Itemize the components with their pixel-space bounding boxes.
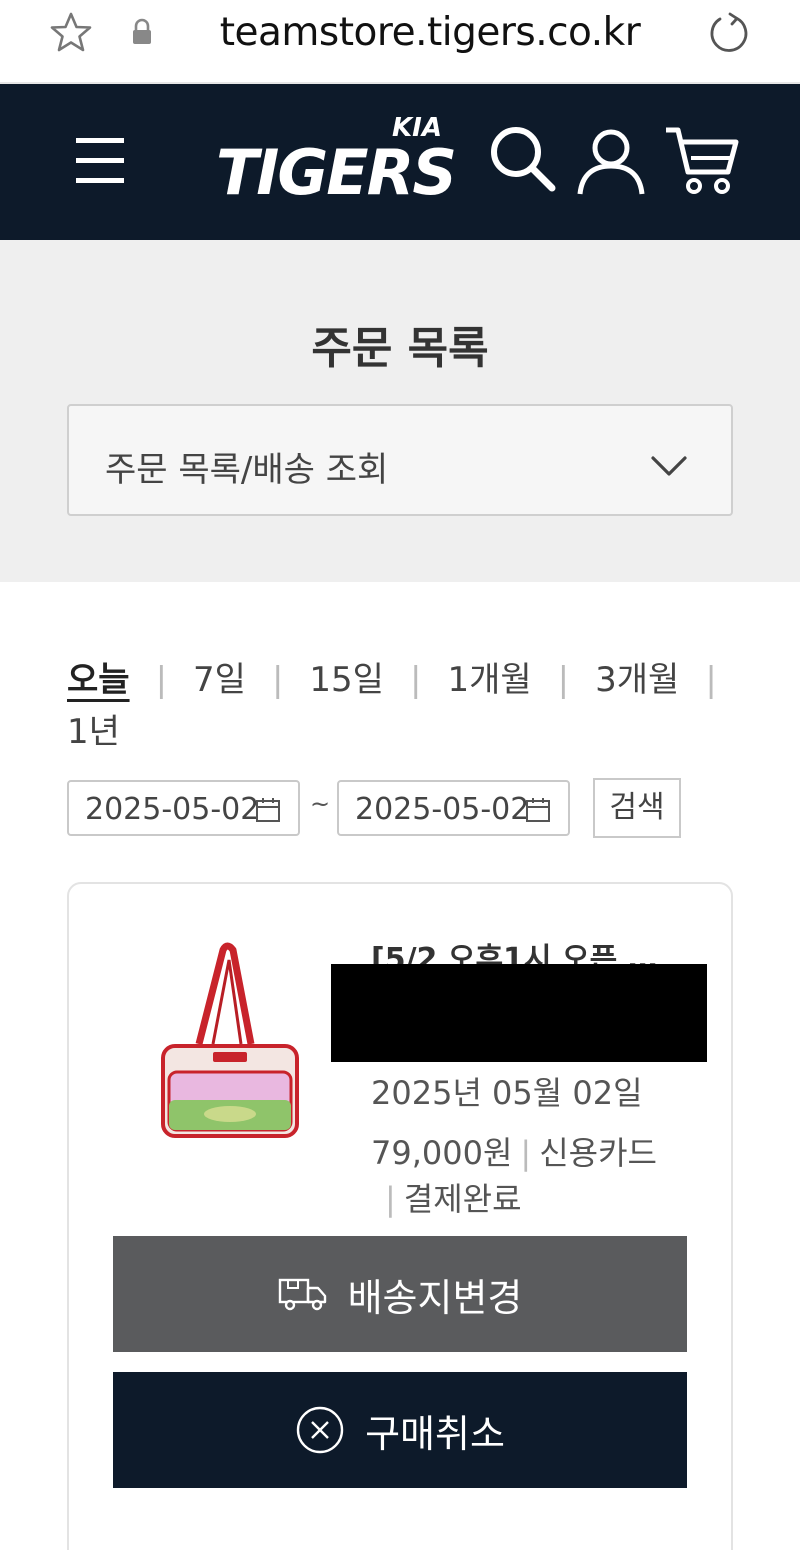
order-date: 2025년 05월 02일 xyxy=(371,1074,643,1112)
order-summary: 79,000원 | 신용카드 | 결제완료 xyxy=(371,1130,711,1222)
svg-text:KIA: KIA xyxy=(392,113,442,143)
close-circle-icon xyxy=(296,1406,344,1454)
payment-status: 결제완료 xyxy=(403,1180,522,1218)
period-today[interactable]: 오늘 xyxy=(67,654,130,706)
redaction-box xyxy=(331,964,707,1062)
period-1year[interactable]: 1년 xyxy=(67,706,120,758)
date-range-row: 2025-05-02 ~ 2025-05-02 검색 xyxy=(67,778,747,838)
period-3months[interactable]: 3개월 xyxy=(595,654,679,706)
cancel-purchase-button[interactable]: 구매취소 xyxy=(113,1372,687,1488)
date-to-input[interactable]: 2025-05-02 xyxy=(337,780,570,836)
payment-method: 신용카드 xyxy=(539,1134,657,1172)
site-header: TIGERS KIA xyxy=(0,84,800,240)
divider: | xyxy=(557,660,570,700)
period-15days[interactable]: 15일 xyxy=(309,654,384,706)
order-menu-dropdown[interactable]: 주문 목록/배송 조회 xyxy=(67,404,733,516)
browser-url-bar: teamstore.tigers.co.kr xyxy=(0,0,800,84)
divider: | xyxy=(385,1180,396,1218)
date-from-input[interactable]: 2025-05-02 xyxy=(67,780,300,836)
chevron-down-icon xyxy=(651,456,687,476)
order-card: [5/2 오후1시 오픈 … 2025년 05월 02일 79,000원 | 신용카… xyxy=(67,882,733,1550)
title-section: 주문 목록 주문 목록/배송 조회 xyxy=(0,240,800,582)
dropdown-label: 주문 목록/배송 조회 xyxy=(105,450,389,490)
change-address-label: 배송지변경 xyxy=(347,1277,523,1320)
hamburger-menu-icon[interactable] xyxy=(72,132,128,190)
divider: | xyxy=(520,1134,532,1172)
period-filter: 오늘 | 7일 | 15일 | 1개월 | 3개월 | 1년 xyxy=(67,654,747,758)
url-text[interactable]: teamstore.tigers.co.kr xyxy=(180,10,680,55)
divider: | xyxy=(155,660,168,700)
tigers-logo[interactable]: TIGERS KIA xyxy=(212,110,482,210)
reload-icon[interactable] xyxy=(706,10,752,56)
svg-text:TIGERS: TIGERS xyxy=(216,136,455,209)
search-icon[interactable] xyxy=(486,122,560,196)
divider: | xyxy=(705,660,717,700)
period-1month[interactable]: 1개월 xyxy=(447,654,531,706)
order-price: 79,000원 xyxy=(371,1134,513,1172)
product-image-bag[interactable] xyxy=(155,940,305,1140)
period-7days[interactable]: 7일 xyxy=(193,654,246,706)
calendar-icon[interactable] xyxy=(524,796,552,824)
range-tilde: ~ xyxy=(310,790,331,818)
date-to-value: 2025-05-02 xyxy=(355,792,530,827)
date-from-value: 2025-05-02 xyxy=(85,792,260,827)
change-address-button[interactable]: 배송지변경 xyxy=(113,1236,687,1352)
cancel-purchase-label: 구매취소 xyxy=(365,1413,505,1456)
delivery-truck-icon xyxy=(278,1278,326,1311)
user-account-icon[interactable] xyxy=(574,124,648,198)
calendar-icon[interactable] xyxy=(254,796,282,824)
divider: | xyxy=(271,660,284,700)
lock-icon xyxy=(133,18,151,44)
search-button[interactable]: 검색 xyxy=(593,778,681,838)
page-title: 주문 목록 xyxy=(311,323,489,374)
shopping-cart-icon[interactable] xyxy=(662,122,742,198)
divider: | xyxy=(409,660,422,700)
bookmark-star-icon[interactable] xyxy=(48,10,94,56)
